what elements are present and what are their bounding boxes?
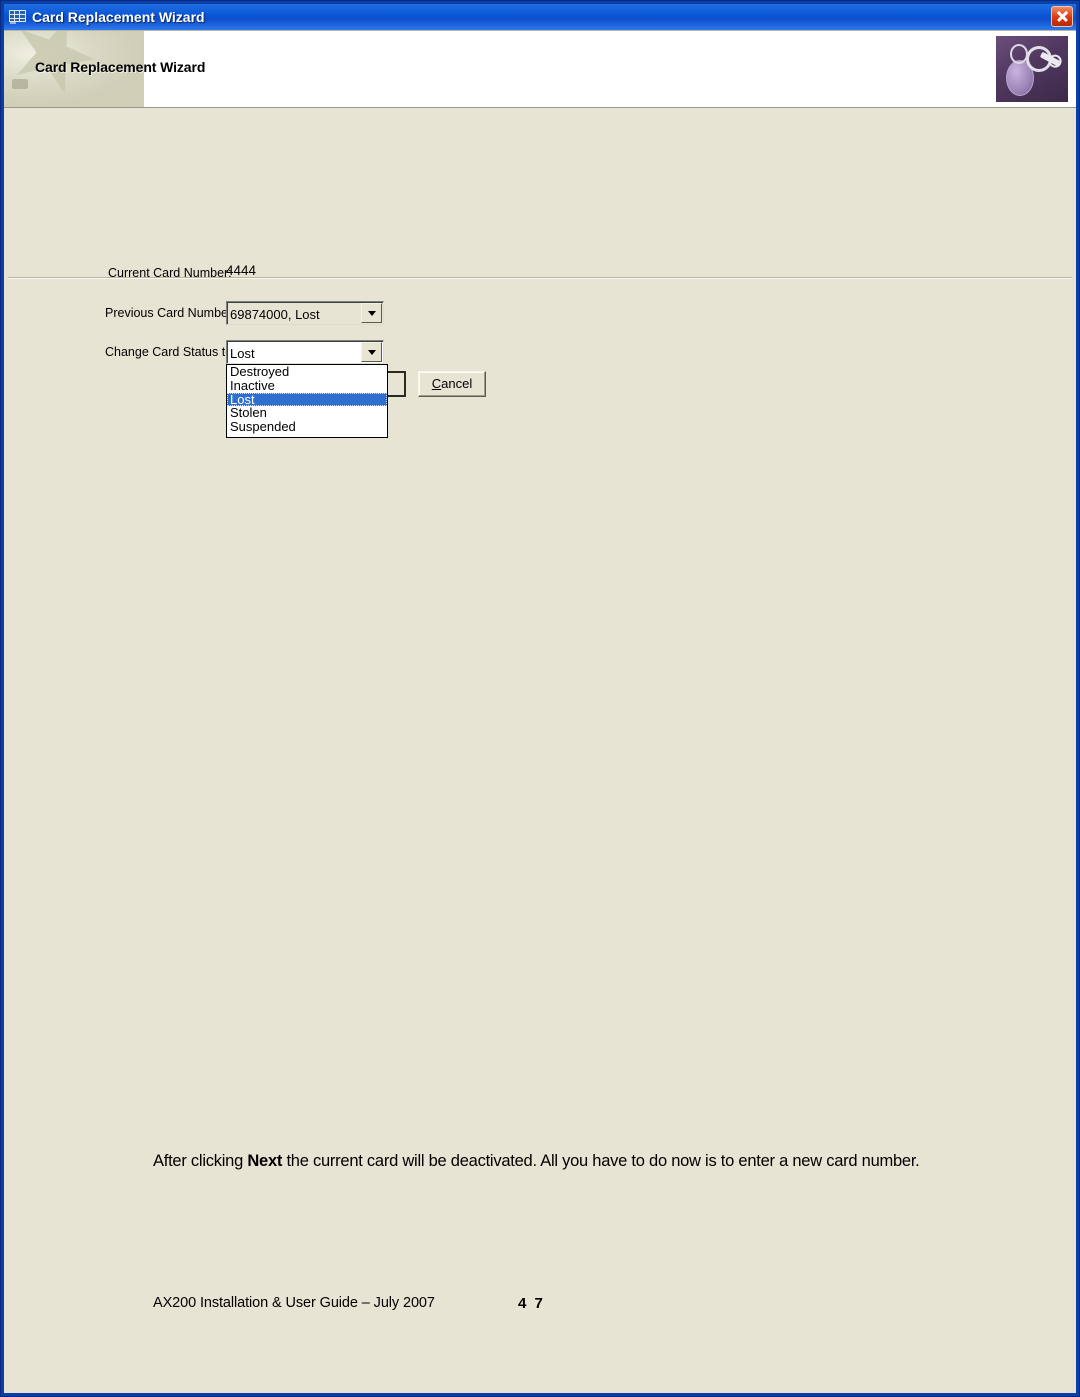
dropdown-option[interactable]: Stolen	[227, 406, 387, 420]
card-status-dropdown-list[interactable]: Destroyed Inactive Lost Stolen Suspended	[226, 364, 388, 438]
close-icon[interactable]	[1051, 6, 1073, 27]
wizard-banner: Card Replacement Wizard	[4, 31, 1076, 108]
wizard-body: Card Replacement Wizard Current Card Num…	[4, 30, 1076, 1393]
outro-before: After clicking	[153, 1152, 248, 1170]
card-replacement-wizard-dialog: Card Replacement Wizard Card Replacement…	[0, 0, 1080, 1397]
wizard-banner-title: Card Replacement Wizard	[35, 59, 206, 75]
dropdown-option[interactable]: Inactive	[227, 379, 387, 393]
dropdown-option[interactable]: Suspended	[227, 420, 387, 434]
wizard-content: Current Card Number: 4444 Previous Card …	[4, 108, 1076, 438]
current-card-number-value: 4444	[226, 263, 257, 278]
outro-after: the current card will be deactivated. Al…	[282, 1152, 920, 1170]
dropdown-option-selected[interactable]: Lost	[227, 392, 387, 407]
wizard-titlebar[interactable]: Card Replacement Wizard	[4, 4, 1076, 30]
outro-paragraph: After clicking Next the current card wil…	[153, 1148, 928, 1174]
wizard-title: Card Replacement Wizard	[32, 9, 205, 25]
outro-bold: Next	[247, 1152, 283, 1170]
wizard-window-frame: Card Replacement Wizard Card Replacement…	[0, 0, 1080, 1397]
page-number: 4 7	[518, 1295, 545, 1312]
cancel-button[interactable]: Cancel	[418, 371, 486, 397]
window-grid-icon	[9, 9, 26, 25]
key-fob-image	[996, 36, 1068, 102]
cancel-accel: C	[431, 376, 442, 391]
dropdown-option[interactable]: Destroyed	[227, 365, 387, 379]
wizard-footer: Next Cancel	[4, 354, 1076, 412]
wizard-separator	[8, 277, 1072, 279]
previous-card-number-select[interactable]: 69874000, Lost	[226, 301, 384, 325]
previous-card-number-label: Previous Card Number:	[105, 306, 236, 320]
cancel-label-rest: ancel	[441, 376, 473, 391]
document-footer: AX200 Installation & User Guide – July 2…	[153, 1295, 435, 1311]
chevron-down-icon[interactable]	[361, 303, 382, 323]
previous-card-number-value: 69874000, Lost	[230, 307, 320, 322]
